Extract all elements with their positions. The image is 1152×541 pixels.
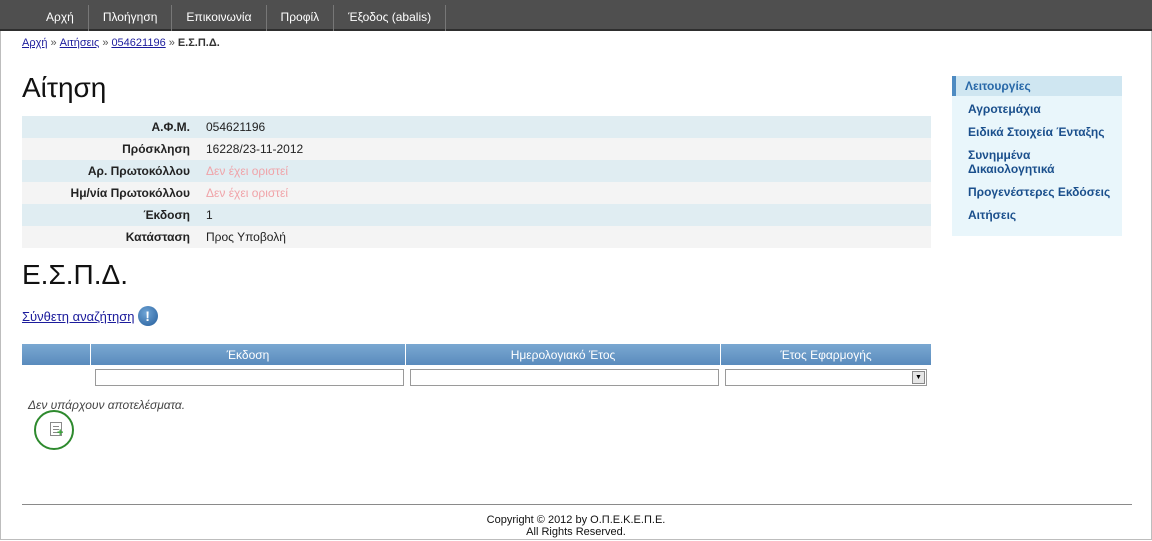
grid-header-row: Έκδοση Ημερολογιακό Έτος Έτος Εφαρμογής [22,344,931,365]
sidebar-item-applications[interactable]: Αιτήσεις [968,208,1118,222]
grid-header-version[interactable]: Έκδοση [90,344,406,365]
application-info-table: Α.Φ.Μ. 054621196 Πρόσκληση 16228/23-11-2… [22,116,931,248]
breadcrumb-current: Ε.Σ.Π.Δ. [177,37,220,49]
sidebar-item-attachments[interactable]: Συνημμένα Δικαιολογητικά [968,148,1118,176]
filter-version-input[interactable] [94,368,404,386]
info-row-afm: Α.Φ.Μ. 054621196 [22,116,931,138]
page-title: Αίτηση [22,72,107,103]
grid-header-calendar-year[interactable]: Ημερολογιακό Έτος [405,344,721,365]
filter-calendar-year-input[interactable] [409,368,719,386]
section-title: Ε.Σ.Π.Δ. [22,259,129,290]
nav-logout[interactable]: Έξοδος (abalis) [334,5,447,31]
grid-filter-row: ▼ [22,365,931,389]
grid-header-blank [22,344,91,365]
dropdown-arrow-icon[interactable]: ▼ [912,370,925,384]
info-label: Πρόσκληση [22,138,198,160]
plus-icon: + [57,427,64,439]
breadcrumb-afm[interactable]: 054621196 [111,37,165,49]
info-row-protocol-date: Ημ/νία Πρωτοκόλλου Δεν έχει οριστεί [22,182,931,204]
rights-text: All Rights Reserved. [526,526,626,538]
footer: Copyright © 2012 by Ο.Π.Ε.Κ.Ε.Π.Ε. All R… [0,514,1152,538]
info-value: 054621196 [198,116,931,138]
breadcrumb-home[interactable]: Αρχή [22,37,48,49]
advanced-search-link[interactable]: Σύνθετη αναζήτηση [22,309,135,324]
info-value: Προς Υποβολή [198,226,931,248]
footer-divider [22,504,1132,505]
top-navigation-bar: Αρχή Πλοήγηση Επικοινωνία Προφίλ Έξοδος … [0,0,1152,31]
filter-cell [91,365,406,389]
filter-cell: ▼ [721,365,932,389]
info-label: Ημ/νία Πρωτοκόλλου [22,182,198,204]
filter-blank [22,365,91,389]
sidebar-list: Αγροτεμάχια Ειδικά Στοιχεία Ένταξης Συνη… [952,96,1122,222]
filter-cell [406,365,721,389]
info-value: Δεν έχει οριστεί [198,182,931,204]
filter-application-year-select[interactable]: ▼ [724,368,927,386]
info-row-protocol-number: Αρ. Πρωτοκόλλου Δεν έχει οριστεί [22,160,931,182]
results-grid: Έκδοση Ημερολογιακό Έτος Έτος Εφαρμογής … [22,344,931,389]
breadcrumb-separator: » [102,37,109,49]
copyright-text: Copyright © 2012 by Ο.Π.Ε.Κ.Ε.Π.Ε. [486,514,666,526]
nav-profile[interactable]: Προφίλ [267,5,335,31]
breadcrumb-separator: » [168,37,175,49]
info-row-invitation: Πρόσκληση 16228/23-11-2012 [22,138,931,160]
functions-sidebar: Λειτουργίες Αγροτεμάχια Ειδικά Στοιχεία … [952,76,1122,236]
sidebar-header: Λειτουργίες [952,76,1122,96]
breadcrumb-separator: » [50,37,57,49]
info-value: 16228/23-11-2012 [198,138,931,160]
sidebar-item-special-info[interactable]: Ειδικά Στοιχεία Ένταξης [968,125,1118,139]
nav-contact[interactable]: Επικοινωνία [172,5,267,31]
info-label: Κατάσταση [22,226,198,248]
info-label: Έκδοση [22,204,198,226]
grid-header-application-year[interactable]: Έτος Εφαρμογής [720,344,931,365]
breadcrumb-applications[interactable]: Αιτήσεις [60,37,100,49]
advanced-search: Σύνθετη αναζήτηση ! [22,306,158,326]
info-row-version: Έκδοση 1 [22,204,931,226]
info-label: Αρ. Πρωτοκόλλου [22,160,198,182]
nav-navigation[interactable]: Πλοήγηση [89,5,173,31]
breadcrumb: Αρχή» Αιτήσεις» 054621196» Ε.Σ.Π.Δ. [22,37,220,49]
add-record-icon[interactable]: + [50,422,64,439]
nav-home[interactable]: Αρχή [32,5,89,31]
top-menu: Αρχή Πλοήγηση Επικοινωνία Προφίλ Έξοδος … [32,5,447,31]
info-icon[interactable]: ! [137,306,158,326]
info-value: 1 [198,204,931,226]
info-label: Α.Φ.Μ. [22,116,198,138]
info-row-status: Κατάσταση Προς Υποβολή [22,226,931,248]
sidebar-item-parcels[interactable]: Αγροτεμάχια [968,102,1118,116]
sidebar-item-previous-versions[interactable]: Προγενέστερες Εκδόσεις [968,185,1118,199]
info-value: Δεν έχει οριστεί [198,160,931,182]
